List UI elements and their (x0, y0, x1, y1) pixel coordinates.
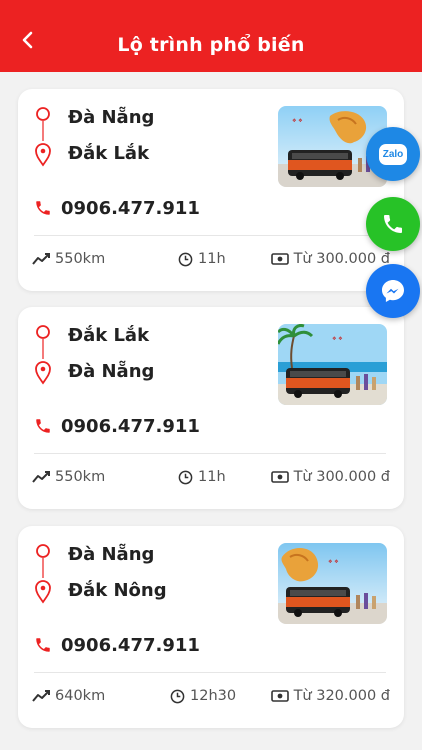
route-card[interactable]: Đắk Lắk Đà Nẵng ❖ ❖ 0906.477.911 550km 1… (18, 307, 404, 509)
route-card[interactable]: Đà Nẵng Đắk Lắk ❖ ❖ 0906.477.911 550km 1… (18, 89, 404, 291)
price-value: Từ 300.000 đ (293, 469, 390, 485)
phone-icon (36, 638, 50, 652)
messenger-button[interactable] (366, 264, 420, 318)
route-bus-image: ❖ ❖ (278, 543, 387, 624)
trend-icon (32, 471, 50, 483)
svg-text:❖ ❖: ❖ ❖ (328, 559, 339, 565)
phone-contact[interactable]: 0906.477.911 (34, 195, 200, 221)
divider (34, 235, 386, 236)
destination-city: Đắk Nông (68, 580, 167, 601)
price-value: Từ 300.000 đ (293, 251, 390, 267)
phone-number: 0906.477.911 (61, 197, 200, 219)
app-header: Lộ trình phổ biến (0, 0, 422, 72)
money-icon (270, 471, 289, 483)
route-card[interactable]: Đà Nẵng Đắk Nông ❖ ❖ 0906.477.911 640km (18, 526, 404, 728)
svg-text:❖ ❖: ❖ ❖ (292, 118, 303, 124)
phone-number: 0906.477.911 (61, 415, 200, 437)
duration-value: 12h30 (190, 688, 237, 704)
svg-text:❖ ❖: ❖ ❖ (332, 336, 343, 342)
trend-icon (32, 690, 50, 702)
phone-icon (36, 419, 50, 433)
route-bus-image: ❖ ❖ (278, 324, 387, 405)
money-icon (270, 690, 289, 702)
zalo-button[interactable]: Zalo (366, 127, 420, 181)
messenger-icon (382, 280, 404, 302)
money-icon (270, 253, 289, 265)
distance-value: 640km (55, 688, 106, 704)
price-value: Từ 320.000 đ (293, 688, 390, 704)
phone-contact[interactable]: 0906.477.911 (34, 632, 200, 658)
route-path-icon (35, 107, 51, 167)
origin-city: Đắk Lắk (68, 325, 150, 346)
clock-icon (178, 252, 193, 266)
phone-number: 0906.477.911 (61, 634, 200, 656)
phone-icon (384, 215, 402, 233)
call-button[interactable] (366, 197, 420, 251)
route-path-icon (35, 325, 51, 385)
origin-city: Đà Nẵng (68, 107, 155, 128)
destination-city: Đắk Lắk (68, 143, 150, 164)
duration-value: 11h (198, 251, 226, 267)
route-stats: 550km 11h Từ 300.000 đ (32, 469, 390, 493)
route-stats: 640km 12h30 Từ 320.000 đ (32, 688, 390, 712)
clock-icon (178, 470, 193, 484)
route-stats: 550km 11h Từ 300.000 đ (32, 251, 390, 275)
divider (34, 453, 386, 454)
duration-value: 11h (198, 469, 226, 485)
phone-contact[interactable]: 0906.477.911 (34, 413, 200, 439)
divider (34, 672, 386, 673)
phone-icon (36, 201, 50, 215)
route-path-icon (35, 544, 51, 604)
destination-city: Đà Nẵng (68, 361, 155, 382)
clock-icon (170, 689, 185, 703)
distance-value: 550km (55, 251, 106, 267)
trend-icon (32, 253, 50, 265)
zalo-icon: Zalo (378, 143, 408, 165)
origin-city: Đà Nẵng (68, 544, 155, 565)
distance-value: 550km (55, 469, 106, 485)
page-title: Lộ trình phổ biến (117, 34, 305, 56)
